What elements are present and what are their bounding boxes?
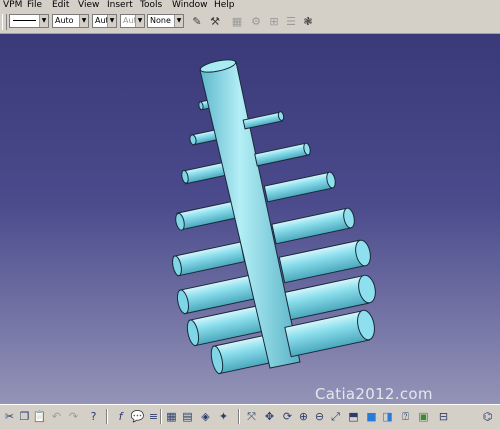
chevron-down-icon[interactable]: ▼ [39, 15, 48, 27]
3d-viewport[interactable]: Catia2012.com [0, 34, 500, 404]
sketch-icon[interactable]: ▦ [229, 14, 245, 30]
constraint-icon[interactable]: ⚙ [248, 14, 264, 30]
table-icon[interactable]: ▦ [164, 409, 179, 424]
layer-combo[interactable]: Aut ▼ [120, 14, 145, 28]
thickness-combo[interactable]: Auto ▼ [52, 14, 89, 28]
cylinder-arm [242, 111, 285, 130]
watermark-text: Catia2012.com [315, 385, 433, 403]
undo-icon[interactable]: ↶ [49, 409, 64, 424]
standard-toolbar: ✂ ❐ 📋 ↶ ↷ ? f 💬 ≡ ▦ ▤ ◈ ✦ ⤧ ✥ ⟳ ⊕ ⊖ ⤢ ⬒ … [0, 404, 500, 429]
toolbar-grip[interactable] [2, 14, 7, 30]
menu-help[interactable]: Help [214, 0, 235, 11]
material-icon[interactable]: ▣ [416, 409, 431, 424]
zoom-in-icon[interactable]: ⊕ [296, 409, 311, 424]
menu-window[interactable]: Window [172, 0, 208, 11]
menu-tools[interactable]: Tools [140, 0, 162, 11]
toolbar-separator [160, 409, 162, 424]
graphic-properties-toolbar: ▼ Auto ▼ Aut ▼ Aut ▼ None ▼ ✎ ⚒ ▦ ⚙ ⊞ ☰ … [0, 11, 500, 34]
menu-view[interactable]: View [78, 0, 99, 11]
whats-this-icon[interactable]: ? [86, 409, 101, 424]
cylinder-arm [271, 207, 355, 245]
cylinder-arm [278, 239, 371, 284]
zoom-out-icon[interactable]: ⊖ [312, 409, 327, 424]
cylinder-arm [263, 171, 336, 203]
hide-show-icon[interactable]: ◨ [380, 409, 395, 424]
line-type-combo[interactable]: ▼ [9, 14, 49, 28]
redo-icon[interactable]: ↷ [66, 409, 81, 424]
menu-edit[interactable]: Edit [52, 0, 69, 11]
part-model [172, 59, 376, 375]
swap-icon[interactable]: ⍰ [398, 409, 413, 424]
cylinder-arm [172, 241, 246, 277]
iso-view-icon[interactable]: ⬒ [346, 409, 361, 424]
measure-icon[interactable]: ⌬ [480, 409, 495, 424]
chevron-down-icon[interactable]: ▼ [79, 15, 88, 27]
menu-bar: VPM File Edit View Insert Tools Window H… [0, 0, 500, 11]
fly-mode-icon[interactable]: ✦ [216, 409, 231, 424]
copy-icon[interactable]: ❐ [17, 409, 32, 424]
chevron-down-icon[interactable]: ▼ [135, 15, 144, 27]
cut-icon[interactable]: ✂ [2, 409, 17, 424]
formula-icon[interactable]: f [113, 409, 128, 424]
comment-icon[interactable]: 💬 [130, 409, 145, 424]
toolbar-separator [238, 409, 240, 424]
color-combo[interactable]: None ▼ [147, 14, 184, 28]
menu-vpm[interactable]: VPM [3, 0, 22, 11]
hand-icon[interactable]: ☰ [283, 14, 299, 30]
paint-brush-icon[interactable]: ✎ [189, 14, 205, 30]
dash-combo[interactable]: Aut ▼ [92, 14, 117, 28]
menu-insert[interactable]: Insert [107, 0, 133, 11]
cylinder-arm [254, 142, 311, 167]
pan-icon[interactable]: ✥ [262, 409, 277, 424]
toolbar-separator [106, 409, 108, 424]
rotate-icon[interactable]: ⟳ [280, 409, 295, 424]
fit-all-icon[interactable]: ⤧ [244, 409, 259, 424]
shading-icon[interactable]: ■ [364, 409, 379, 424]
grid-icon[interactable]: ◈ [198, 409, 213, 424]
normal-view-icon[interactable]: ⤢ [328, 409, 343, 424]
properties-icon[interactable]: ⚒ [207, 14, 223, 30]
line-type-sample [13, 20, 36, 21]
axis-icon[interactable]: ⊞ [266, 14, 282, 30]
gear-icon[interactable]: ❃ [300, 14, 316, 30]
apply-icon[interactable]: ⊟ [436, 409, 451, 424]
knowledge-icon[interactable]: ≡ [146, 409, 161, 424]
catalog-icon[interactable]: ▤ [180, 409, 195, 424]
paste-icon[interactable]: 📋 [32, 409, 47, 424]
chevron-down-icon[interactable]: ▼ [107, 15, 116, 27]
menu-file[interactable]: File [27, 0, 42, 11]
chevron-down-icon[interactable]: ▼ [174, 15, 183, 27]
